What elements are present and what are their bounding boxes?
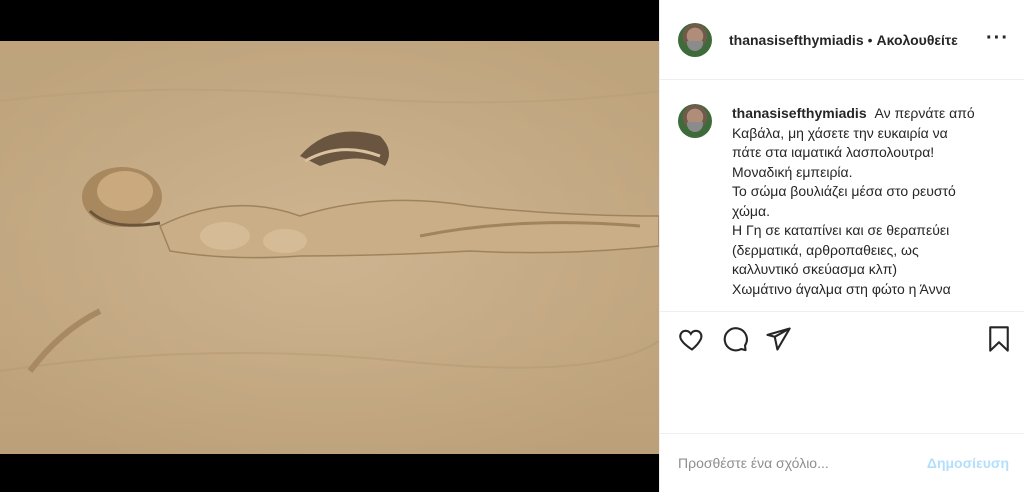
caption-author-username[interactable]: thanasisefthymiadis: [732, 105, 867, 121]
post-side-panel: thanasisefthymiadis • Ακολουθείτε ··· th…: [659, 0, 1024, 492]
caption-line: Η Γη σε καταπίνει και σε θεραπεύει: [732, 222, 950, 238]
follow-status-button[interactable]: Ακολουθείτε: [877, 32, 958, 48]
caption-line: Το σώμα βουλιάζει μέσα στο ρευστό: [732, 183, 956, 199]
post-caption: thanasisefthymiadis Αν περνάτε από Καβάλ…: [678, 104, 1018, 299]
post-actions: [660, 311, 1024, 363]
caption-text: thanasisefthymiadis Αν περνάτε από Καβάλ…: [732, 104, 1012, 299]
caption-line: Μοναδική εμπειρία.: [732, 163, 853, 180]
post-header: thanasisefthymiadis • Ακολουθείτε ···: [660, 0, 1024, 80]
caption-author-avatar[interactable]: [678, 104, 712, 138]
caption-line: (δερματικά, αρθροπαθειες, ως: [732, 241, 919, 258]
media-panel: [0, 0, 659, 492]
instagram-post-view: thanasisefthymiadis • Ακολουθείτε ··· th…: [0, 0, 1024, 492]
comment-bar: Δημοσίευση: [660, 433, 1024, 492]
caption-line: Χωμάτινο άγαλμα στη φώτο η Άννα: [732, 280, 951, 297]
heart-icon[interactable]: [678, 325, 706, 353]
bookmark-icon[interactable]: [985, 325, 1013, 353]
more-options-icon[interactable]: ···: [986, 28, 1009, 48]
caption-line: Αν περνάτε από: [874, 105, 975, 121]
author-avatar[interactable]: [678, 22, 712, 57]
author-username[interactable]: thanasisefthymiadis: [729, 32, 864, 48]
paper-plane-icon[interactable]: [764, 325, 792, 353]
comment-icon[interactable]: [721, 325, 749, 353]
post-photo[interactable]: [0, 41, 659, 454]
comment-input[interactable]: [678, 455, 927, 471]
caption-line: πάτε στα ιαματικά λασπολουτρα!: [732, 144, 935, 160]
mud-bath-photo: [0, 41, 659, 454]
caption-line: Καβάλα, μη χάσετε την ευκαιρία να: [732, 124, 948, 141]
caption-line: καλλυντικό σκεύασμα κλπ): [732, 261, 898, 277]
post-comment-button[interactable]: Δημοσίευση: [927, 455, 1009, 471]
caption-line: χώμα.: [732, 202, 770, 219]
separator-dot: •: [867, 31, 873, 48]
